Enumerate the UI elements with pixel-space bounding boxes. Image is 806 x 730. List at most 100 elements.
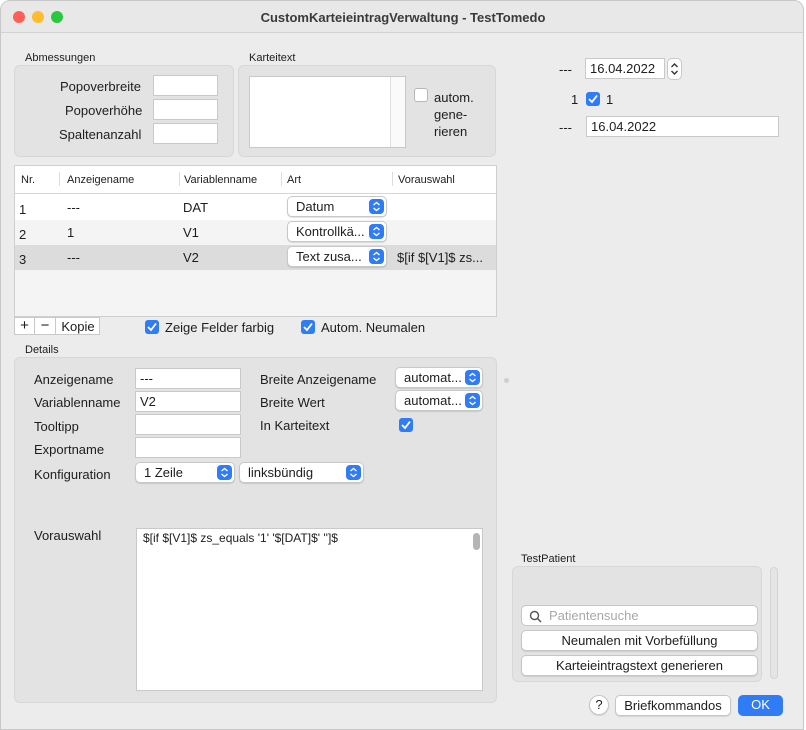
- select-arrows-icon: [369, 224, 384, 239]
- table-controls: + − Kopie: [14, 317, 100, 335]
- konfiguration-select-value: 1 Zeile: [144, 465, 184, 480]
- split-handle[interactable]: [504, 378, 509, 383]
- cell-variablenname: V1: [183, 225, 199, 240]
- exportname-field[interactable]: [135, 437, 241, 458]
- cell-nr: 2: [19, 227, 27, 242]
- popoverbreite-field[interactable]: [153, 75, 218, 96]
- dialog-window: CustomKarteieintragVerwaltung - TestTome…: [0, 0, 804, 730]
- anzeigename-field[interactable]: ---: [135, 368, 241, 389]
- select-arrows-icon: [346, 465, 361, 480]
- checkmark-icon: [401, 420, 411, 430]
- select-arrows-icon: [369, 249, 384, 264]
- autom-neumalen-checkbox[interactable]: [301, 320, 315, 334]
- zeige-felder-farbig-label: Zeige Felder farbig: [165, 320, 275, 335]
- preview-checkbox[interactable]: [586, 92, 600, 106]
- search-icon: [529, 610, 542, 623]
- date-stepper[interactable]: [667, 58, 682, 80]
- autom-generieren-label-line3: rieren: [434, 124, 468, 139]
- table-row-selected[interactable]: 3 --- V2 Text zusa... $[if $[V1]$ zs...: [15, 245, 496, 270]
- spaltenanzahl-field[interactable]: [153, 123, 218, 144]
- checkmark-icon: [588, 94, 598, 104]
- karteitext-title: Karteitext: [249, 52, 296, 64]
- help-button[interactable]: ?: [589, 695, 609, 715]
- ok-button[interactable]: OK: [738, 695, 783, 716]
- breite-anzeigename-label: Breite Anzeigename: [260, 372, 377, 387]
- briefkommandos-button[interactable]: Briefkommandos: [615, 695, 731, 716]
- art-select[interactable]: Kontrollkä...: [287, 221, 387, 242]
- variablenname-field[interactable]: V2: [135, 391, 241, 412]
- select-arrows-icon: [217, 465, 232, 480]
- popoverbreite-label: Popoverbreite: [60, 79, 141, 94]
- test-patient-scrollbar[interactable]: [770, 567, 778, 679]
- column-header-art[interactable]: Art: [287, 174, 301, 186]
- breite-wert-select[interactable]: automat...: [395, 390, 483, 411]
- remove-row-button[interactable]: −: [35, 318, 56, 334]
- autom-generieren-checkbox[interactable]: [414, 88, 428, 102]
- autom-generieren-label: autom. gene- rieren: [434, 89, 474, 140]
- konfiguration-label: Konfiguration: [34, 467, 111, 482]
- table-row[interactable]: 1 --- DAT Datum: [15, 195, 496, 220]
- test-patient-title: TestPatient: [521, 553, 576, 565]
- breite-anzeigename-select[interactable]: automat...: [395, 367, 483, 388]
- autom-generieren-label-line1: autom.: [434, 90, 474, 105]
- column-header-anzeigename[interactable]: Anzeigename: [67, 174, 134, 186]
- cell-anzeigename: ---: [67, 250, 80, 265]
- karteitext-textarea[interactable]: [249, 76, 406, 148]
- stepper-arrows-icon: [671, 63, 678, 75]
- vorauswahl-text: $[if $[V1]$ zs_equals '1' '$[DAT]$' '']$: [143, 531, 338, 545]
- generate-text-button[interactable]: Karteieintragstext generieren: [521, 655, 758, 676]
- popoverhoehe-field[interactable]: [153, 99, 218, 120]
- cell-variablenname: V2: [183, 250, 199, 265]
- preview-row2-prefix: 1: [571, 92, 579, 107]
- add-row-button[interactable]: +: [15, 318, 35, 334]
- karteitext-scrollbar[interactable]: [390, 77, 405, 147]
- column-divider: [281, 172, 282, 186]
- column-divider: [392, 172, 393, 186]
- autom-neumalen-label: Autom. Neumalen: [321, 320, 426, 335]
- art-select[interactable]: Text zusa...: [287, 246, 387, 267]
- art-select[interactable]: Datum: [287, 196, 387, 217]
- tooltipp-label: Tooltipp: [34, 419, 79, 434]
- preview-row3-prefix: ---: [559, 120, 572, 135]
- in-karteitext-label: In Karteitext: [260, 418, 330, 433]
- cell-variablenname: DAT: [183, 200, 209, 215]
- vorauswahl-textarea[interactable]: $[if $[V1]$ zs_equals '1' '$[DAT]$' '']$: [136, 528, 483, 691]
- ausrichtung-select-value: linksbündig: [248, 465, 314, 480]
- zeige-felder-farbig-checkbox[interactable]: [145, 320, 159, 334]
- preview-checkbox-label: 1: [606, 92, 614, 107]
- window-title: CustomKarteieintragVerwaltung - TestTome…: [260, 10, 546, 25]
- breite-anzeigename-select-value: automat...: [404, 370, 462, 385]
- in-karteitext-checkbox[interactable]: [399, 418, 413, 432]
- column-divider: [179, 172, 180, 186]
- breite-wert-label: Breite Wert: [260, 395, 325, 410]
- exportname-label: Exportname: [34, 442, 105, 457]
- tooltipp-field[interactable]: [135, 414, 241, 435]
- cell-nr: 3: [19, 252, 27, 267]
- popoverhoehe-label: Popoverhöhe: [65, 103, 143, 118]
- checkmark-icon: [147, 322, 157, 332]
- column-header-variablenname[interactable]: Variablenname: [184, 174, 257, 186]
- table-row[interactable]: 2 1 V1 Kontrollkä...: [15, 220, 496, 245]
- art-select-value: Text zusa...: [296, 249, 362, 264]
- checkmark-icon: [303, 322, 313, 332]
- art-select-value: Kontrollkä...: [296, 224, 365, 239]
- column-header-nr[interactable]: Nr.: [21, 174, 35, 186]
- select-arrows-icon: [465, 370, 480, 385]
- variables-table: Nr. Anzeigename Variablenname Art Voraus…: [14, 165, 497, 317]
- table-header: Nr. Anzeigename Variablenname Art Voraus…: [15, 166, 496, 194]
- variablenname-label: Variablenname: [34, 395, 121, 410]
- copy-row-button[interactable]: Kopie: [57, 319, 99, 334]
- cell-nr: 1: [19, 202, 27, 217]
- vorauswahl-scroll-thumb[interactable]: [473, 533, 480, 550]
- cell-vorauswahl: $[if $[V1]$ zs...: [397, 250, 483, 265]
- cell-anzeigename: ---: [67, 200, 80, 215]
- ausrichtung-select[interactable]: linksbündig: [239, 462, 364, 483]
- patient-search-field[interactable]: Patientensuche: [521, 605, 758, 626]
- konfiguration-select[interactable]: 1 Zeile: [135, 462, 235, 483]
- anzeigename-label: Anzeigename: [34, 372, 114, 387]
- column-header-vorauswahl[interactable]: Vorauswahl: [398, 174, 455, 186]
- neumalen-button[interactable]: Neumalen mit Vorbefüllung: [521, 630, 758, 651]
- preview-text-field[interactable]: 16.04.2022: [586, 116, 779, 137]
- preview-date-field[interactable]: 16.04.2022: [585, 58, 665, 79]
- cell-anzeigename: 1: [67, 225, 75, 240]
